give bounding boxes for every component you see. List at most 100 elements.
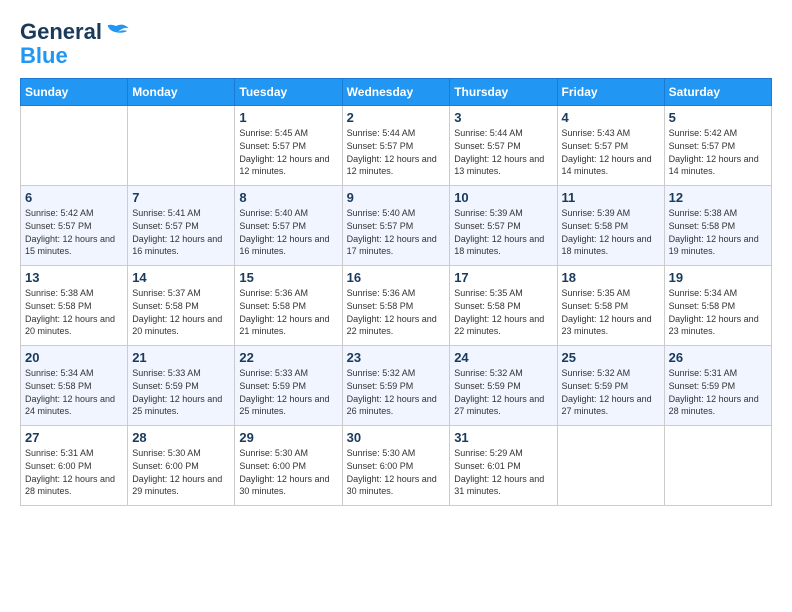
day-info: Sunrise: 5:45 AM Sunset: 5:57 PM Dayligh… <box>239 127 337 177</box>
logo: General Blue <box>20 20 130 68</box>
day-number: 21 <box>132 350 230 365</box>
day-info: Sunrise: 5:31 AM Sunset: 5:59 PM Dayligh… <box>669 367 767 417</box>
calendar-cell: 15 Sunrise: 5:36 AM Sunset: 5:58 PM Dayli… <box>235 266 342 346</box>
weekday-header-monday: Monday <box>128 79 235 106</box>
day-number: 29 <box>239 430 337 445</box>
calendar-cell: 29 Sunrise: 5:30 AM Sunset: 6:00 PM Dayli… <box>235 426 342 506</box>
calendar-cell: 31Sunrise: 5:29 AM Sunset: 6:01 PM Dayli… <box>450 426 557 506</box>
day-info: Sunrise: 5:34 AM Sunset: 5:58 PM Dayligh… <box>25 367 123 417</box>
calendar-cell <box>21 106 128 186</box>
day-number: 12 <box>669 190 767 205</box>
calendar-cell: 22 Sunrise: 5:33 AM Sunset: 5:59 PM Dayli… <box>235 346 342 426</box>
day-number: 2 <box>347 110 446 125</box>
day-number: 28 <box>132 430 230 445</box>
day-number: 10 <box>454 190 552 205</box>
day-info: Sunrise: 5:36 AM Sunset: 5:58 PM Dayligh… <box>347 287 446 337</box>
day-info: Sunrise: 5:40 AM Sunset: 5:57 PM Dayligh… <box>347 207 446 257</box>
calendar-cell: 2 Sunrise: 5:44 AM Sunset: 5:57 PM Daylig… <box>342 106 450 186</box>
day-number: 1 <box>239 110 337 125</box>
day-number: 11 <box>562 190 660 205</box>
calendar-cell: 10 Sunrise: 5:39 AM Sunset: 5:57 PM Dayli… <box>450 186 557 266</box>
day-number: 8 <box>239 190 337 205</box>
calendar-cell: 20Sunrise: 5:34 AM Sunset: 5:58 PM Dayli… <box>21 346 128 426</box>
calendar-cell: 1 Sunrise: 5:45 AM Sunset: 5:57 PM Daylig… <box>235 106 342 186</box>
day-number: 16 <box>347 270 446 285</box>
calendar-cell: 5 Sunrise: 5:42 AM Sunset: 5:57 PM Daylig… <box>664 106 771 186</box>
day-number: 4 <box>562 110 660 125</box>
day-info: Sunrise: 5:39 AM Sunset: 5:57 PM Dayligh… <box>454 207 552 257</box>
calendar-cell: 3 Sunrise: 5:44 AM Sunset: 5:57 PM Daylig… <box>450 106 557 186</box>
day-number: 19 <box>669 270 767 285</box>
day-info: Sunrise: 5:44 AM Sunset: 5:57 PM Dayligh… <box>347 127 446 177</box>
weekday-header-row: SundayMondayTuesdayWednesdayThursdayFrid… <box>21 79 772 106</box>
day-info: Sunrise: 5:31 AM Sunset: 6:00 PM Dayligh… <box>25 447 123 497</box>
weekday-header-wednesday: Wednesday <box>342 79 450 106</box>
calendar-cell: 13 Sunrise: 5:38 AM Sunset: 5:58 PM Dayli… <box>21 266 128 346</box>
day-number: 27 <box>25 430 123 445</box>
calendar-cell: 11 Sunrise: 5:39 AM Sunset: 5:58 PM Dayli… <box>557 186 664 266</box>
weekday-header-sunday: Sunday <box>21 79 128 106</box>
day-number: 17 <box>454 270 552 285</box>
day-number: 3 <box>454 110 552 125</box>
weekday-header-tuesday: Tuesday <box>235 79 342 106</box>
calendar-table: SundayMondayTuesdayWednesdayThursdayFrid… <box>20 78 772 506</box>
calendar-cell: 17 Sunrise: 5:35 AM Sunset: 5:58 PM Dayli… <box>450 266 557 346</box>
weekday-header-friday: Friday <box>557 79 664 106</box>
day-info: Sunrise: 5:42 AM Sunset: 5:57 PM Dayligh… <box>669 127 767 177</box>
page-header: General Blue <box>20 20 772 68</box>
calendar-cell: 30 Sunrise: 5:30 AM Sunset: 6:00 PM Dayli… <box>342 426 450 506</box>
calendar-cell <box>557 426 664 506</box>
calendar-week-row: 1 Sunrise: 5:45 AM Sunset: 5:57 PM Daylig… <box>21 106 772 186</box>
calendar-cell: 8 Sunrise: 5:40 AM Sunset: 5:57 PM Daylig… <box>235 186 342 266</box>
calendar-week-row: 13 Sunrise: 5:38 AM Sunset: 5:58 PM Dayli… <box>21 266 772 346</box>
calendar-cell: 25Sunrise: 5:32 AM Sunset: 5:59 PM Dayli… <box>557 346 664 426</box>
day-info: Sunrise: 5:38 AM Sunset: 5:58 PM Dayligh… <box>25 287 123 337</box>
day-info: Sunrise: 5:41 AM Sunset: 5:57 PM Dayligh… <box>132 207 230 257</box>
day-number: 13 <box>25 270 123 285</box>
day-info: Sunrise: 5:34 AM Sunset: 5:58 PM Dayligh… <box>669 287 767 337</box>
day-number: 6 <box>25 190 123 205</box>
calendar-cell: 4 Sunrise: 5:43 AM Sunset: 5:57 PM Daylig… <box>557 106 664 186</box>
calendar-cell: 7 Sunrise: 5:41 AM Sunset: 5:57 PM Daylig… <box>128 186 235 266</box>
day-info: Sunrise: 5:35 AM Sunset: 5:58 PM Dayligh… <box>454 287 552 337</box>
day-info: Sunrise: 5:30 AM Sunset: 6:00 PM Dayligh… <box>347 447 446 497</box>
day-info: Sunrise: 5:39 AM Sunset: 5:58 PM Dayligh… <box>562 207 660 257</box>
day-number: 31 <box>454 430 552 445</box>
day-info: Sunrise: 5:40 AM Sunset: 5:57 PM Dayligh… <box>239 207 337 257</box>
day-info: Sunrise: 5:36 AM Sunset: 5:58 PM Dayligh… <box>239 287 337 337</box>
day-info: Sunrise: 5:30 AM Sunset: 6:00 PM Dayligh… <box>239 447 337 497</box>
day-info: Sunrise: 5:32 AM Sunset: 5:59 PM Dayligh… <box>347 367 446 417</box>
calendar-week-row: 6Sunrise: 5:42 AM Sunset: 5:57 PM Daylig… <box>21 186 772 266</box>
calendar-cell: 28 Sunrise: 5:30 AM Sunset: 6:00 PM Dayli… <box>128 426 235 506</box>
calendar-cell: 9 Sunrise: 5:40 AM Sunset: 5:57 PM Daylig… <box>342 186 450 266</box>
weekday-header-thursday: Thursday <box>450 79 557 106</box>
calendar-cell: 21 Sunrise: 5:33 AM Sunset: 5:59 PM Dayli… <box>128 346 235 426</box>
day-info: Sunrise: 5:37 AM Sunset: 5:58 PM Dayligh… <box>132 287 230 337</box>
day-info: Sunrise: 5:30 AM Sunset: 6:00 PM Dayligh… <box>132 447 230 497</box>
day-number: 23 <box>347 350 446 365</box>
calendar-cell: 16 Sunrise: 5:36 AM Sunset: 5:58 PM Dayli… <box>342 266 450 346</box>
day-number: 15 <box>239 270 337 285</box>
day-info: Sunrise: 5:44 AM Sunset: 5:57 PM Dayligh… <box>454 127 552 177</box>
day-number: 9 <box>347 190 446 205</box>
calendar-cell: 12Sunrise: 5:38 AM Sunset: 5:58 PM Dayli… <box>664 186 771 266</box>
day-info: Sunrise: 5:43 AM Sunset: 5:57 PM Dayligh… <box>562 127 660 177</box>
day-info: Sunrise: 5:33 AM Sunset: 5:59 PM Dayligh… <box>239 367 337 417</box>
day-number: 5 <box>669 110 767 125</box>
day-number: 30 <box>347 430 446 445</box>
day-number: 22 <box>239 350 337 365</box>
day-info: Sunrise: 5:33 AM Sunset: 5:59 PM Dayligh… <box>132 367 230 417</box>
calendar-cell: 6Sunrise: 5:42 AM Sunset: 5:57 PM Daylig… <box>21 186 128 266</box>
day-number: 18 <box>562 270 660 285</box>
calendar-cell <box>664 426 771 506</box>
day-info: Sunrise: 5:32 AM Sunset: 5:59 PM Dayligh… <box>454 367 552 417</box>
calendar-week-row: 20Sunrise: 5:34 AM Sunset: 5:58 PM Dayli… <box>21 346 772 426</box>
day-number: 7 <box>132 190 230 205</box>
day-number: 24 <box>454 350 552 365</box>
calendar-cell: 27 Sunrise: 5:31 AM Sunset: 6:00 PM Dayli… <box>21 426 128 506</box>
logo-text: General <box>20 20 130 44</box>
calendar-cell: 23 Sunrise: 5:32 AM Sunset: 5:59 PM Dayli… <box>342 346 450 426</box>
day-info: Sunrise: 5:35 AM Sunset: 5:58 PM Dayligh… <box>562 287 660 337</box>
calendar-cell: 26Sunrise: 5:31 AM Sunset: 5:59 PM Dayli… <box>664 346 771 426</box>
day-number: 14 <box>132 270 230 285</box>
